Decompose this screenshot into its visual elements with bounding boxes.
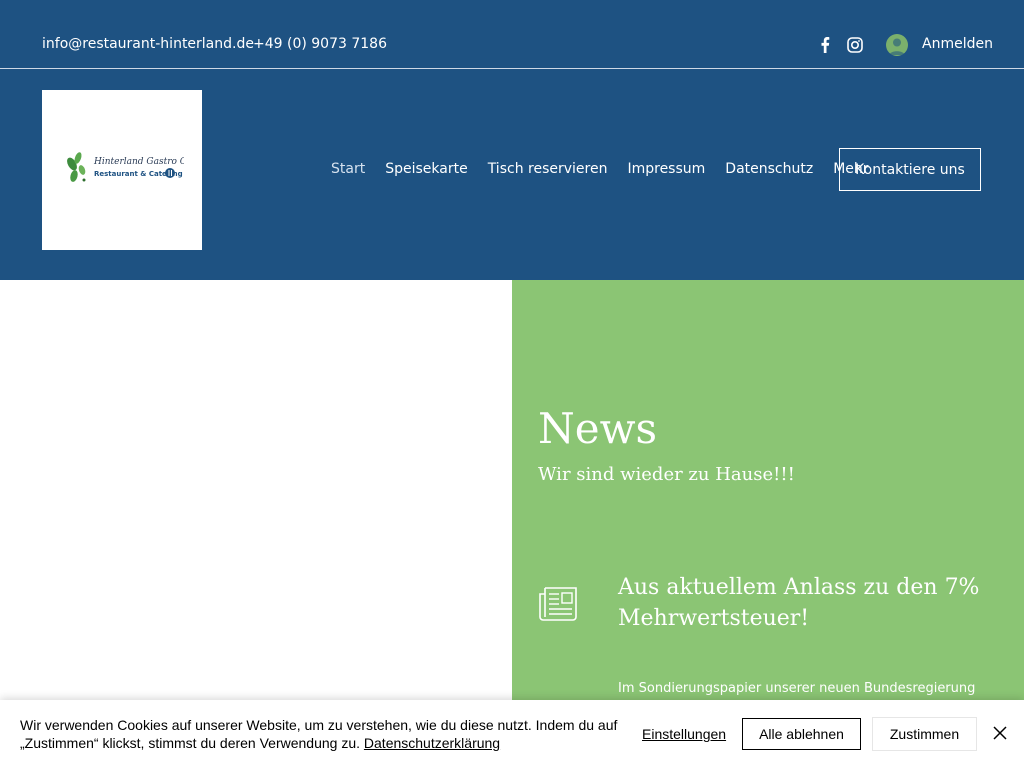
login-link[interactable]: Anmelden <box>922 36 993 52</box>
logo-graphic: Hinterland Gastro GmbH Restaurant & Cate… <box>67 152 184 182</box>
nav-impressum[interactable]: Impressum <box>627 161 705 177</box>
cookie-banner: Wir verwenden Cookies auf unserer Websit… <box>0 700 1024 768</box>
contact-phone[interactable]: +49 (0) 9073 7186 <box>253 36 387 52</box>
contact-button[interactable]: Kontaktiere uns <box>839 148 981 191</box>
cookie-settings-link[interactable]: Einstellungen <box>642 726 726 742</box>
cookie-text: Wir verwenden Cookies auf unserer Websit… <box>20 717 618 751</box>
news-title: News <box>538 404 658 453</box>
left-image-panel <box>0 280 512 768</box>
nav-speisekarte[interactable]: Speisekarte <box>385 161 467 177</box>
svg-text:Hinterland Gastro GmbH: Hinterland Gastro GmbH <box>93 157 184 167</box>
contact-email-link[interactable]: info@restaurant-hinterland.de <box>42 36 254 52</box>
article-excerpt: Im Sondierungspapier unserer neuen Bunde… <box>618 681 976 696</box>
site-logo[interactable]: Hinterland Gastro GmbH Restaurant & Cate… <box>42 90 202 250</box>
news-subtitle: Wir sind wieder zu Hause!!! <box>538 464 795 485</box>
main-navigation: Start Speisekarte Tisch reservieren Impr… <box>331 161 869 177</box>
newspaper-icon <box>539 587 577 621</box>
instagram-icon[interactable] <box>846 36 864 54</box>
site-header: Hinterland Gastro GmbH Restaurant & Cate… <box>0 69 1024 280</box>
top-bar: info@restaurant-hinterland.de +49 (0) 90… <box>0 0 1024 69</box>
close-icon[interactable] <box>992 725 1008 741</box>
facebook-icon[interactable] <box>816 36 834 54</box>
accept-button[interactable]: Zustimmen <box>873 718 976 750</box>
reject-all-button[interactable]: Alle ablehnen <box>742 718 861 750</box>
privacy-policy-link[interactable]: Datenschutzerklärung <box>364 735 500 751</box>
nav-start[interactable]: Start <box>331 161 365 177</box>
news-panel: News Wir sind wieder zu Hause!!! Aus akt… <box>512 280 1024 768</box>
article-title[interactable]: Aus aktuellem Anlass zu den 7% Mehrwerts… <box>618 572 998 634</box>
nav-tisch-reservieren[interactable]: Tisch reservieren <box>488 161 608 177</box>
user-avatar-icon[interactable] <box>886 34 908 56</box>
nav-datenschutz[interactable]: Datenschutz <box>725 161 813 177</box>
cookie-message: Wir verwenden Cookies auf unserer Websit… <box>20 716 630 752</box>
